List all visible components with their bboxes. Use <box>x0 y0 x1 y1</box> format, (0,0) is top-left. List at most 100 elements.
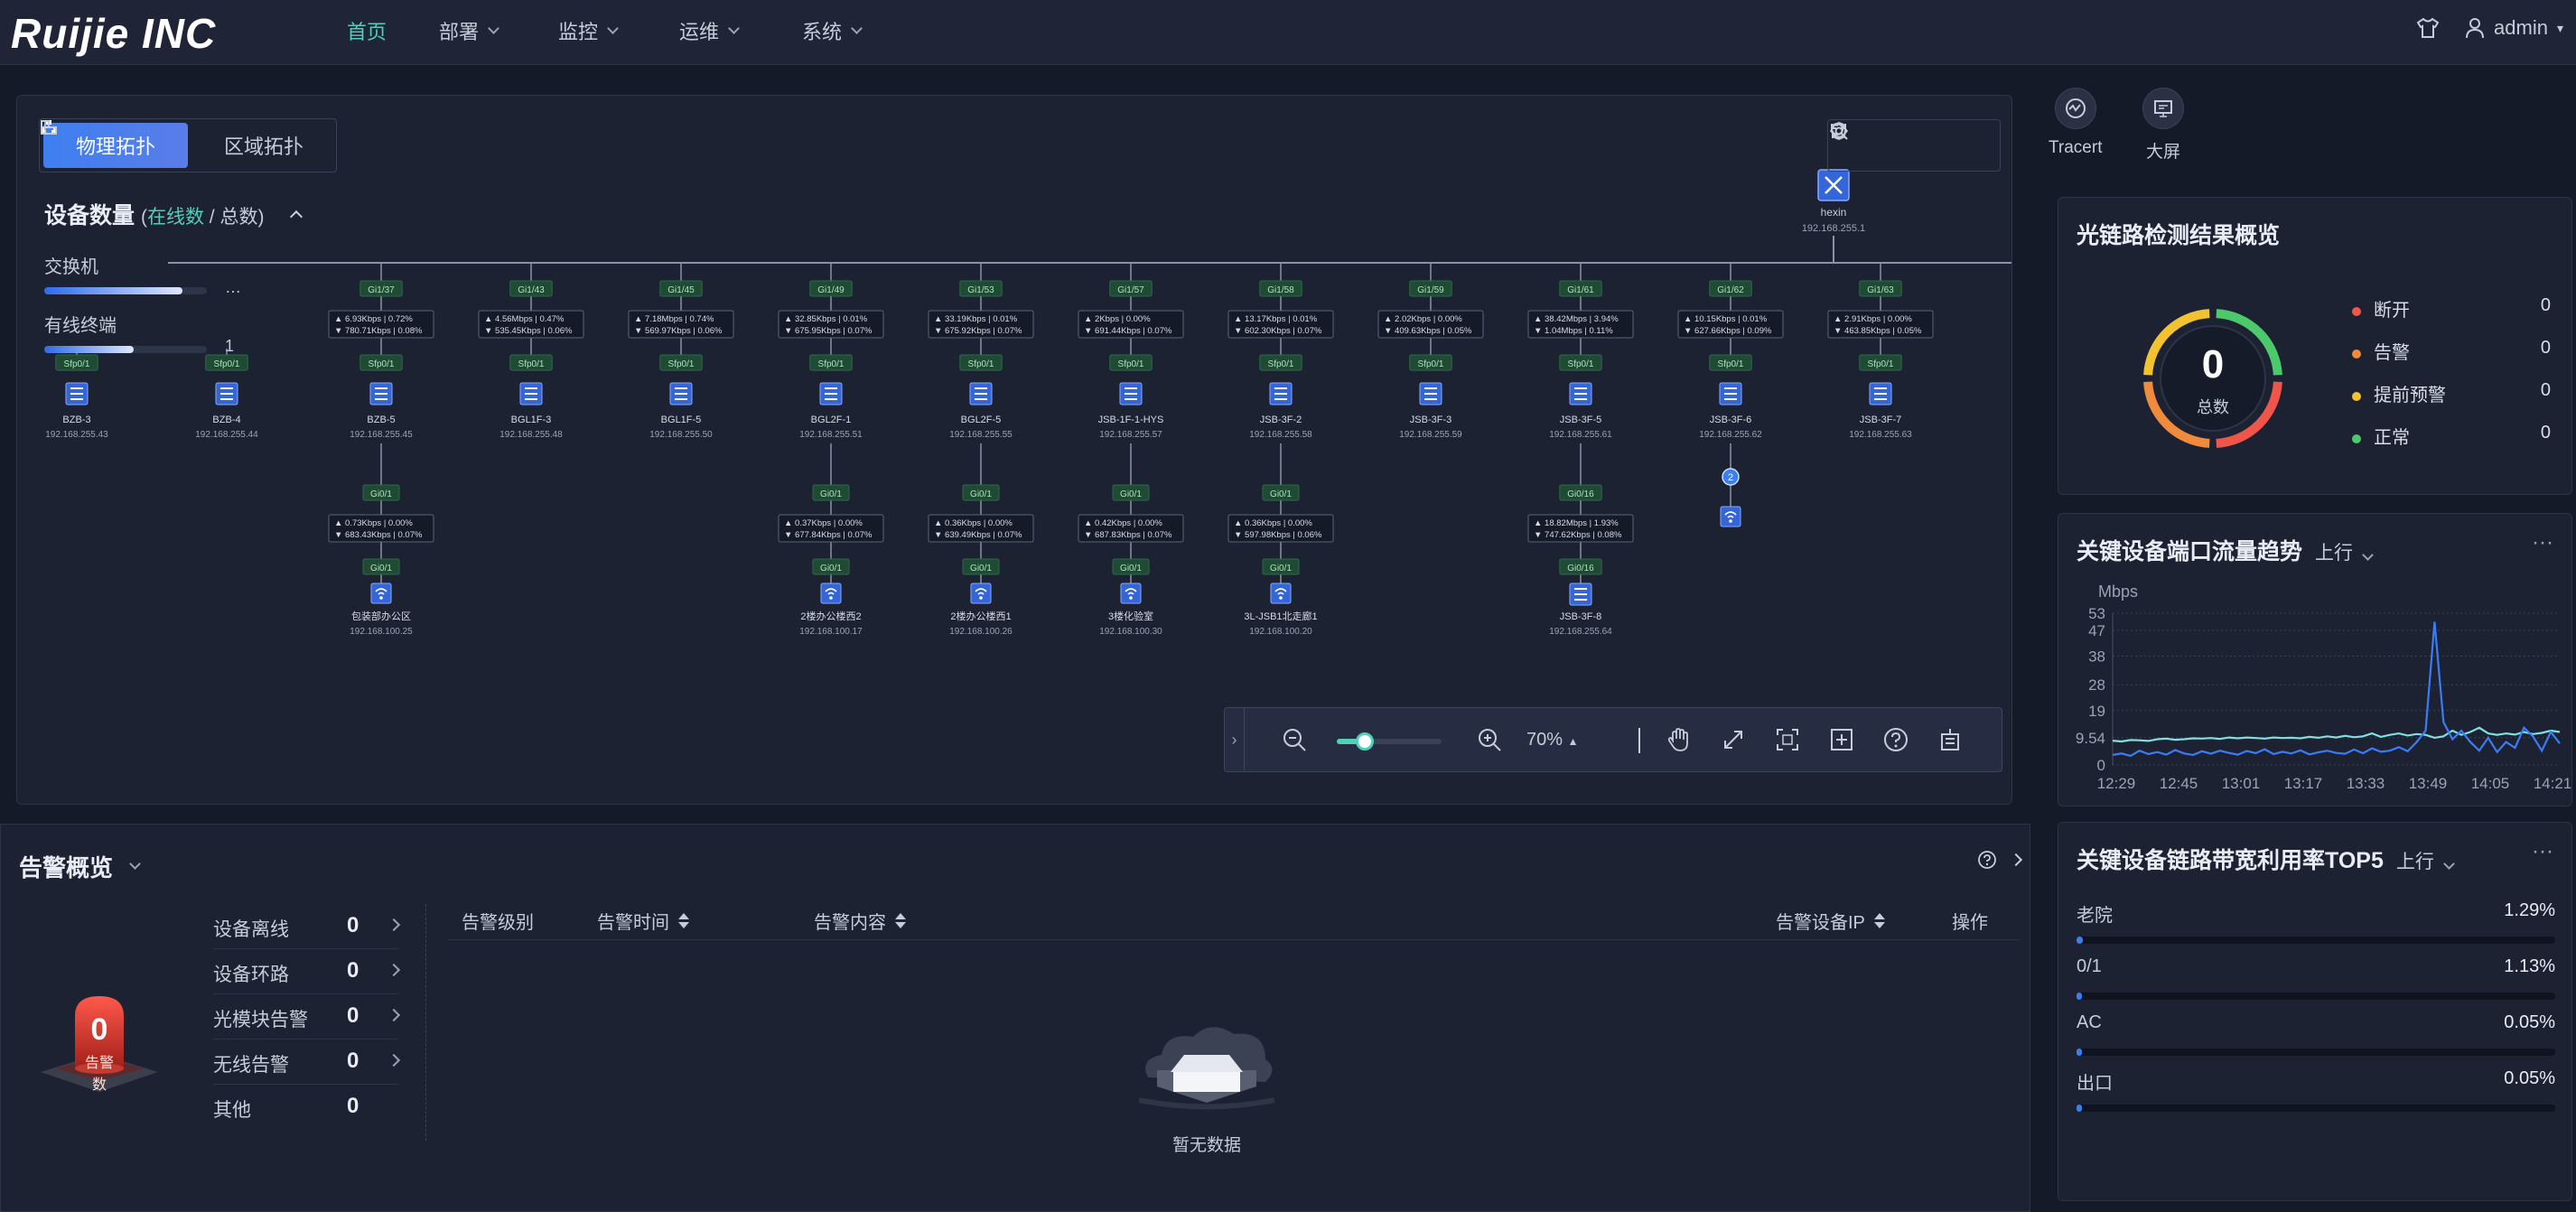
more-options-icon[interactable]: ··· <box>2532 530 2553 555</box>
child-node[interactable]: Gi0/1 ▲ 0.36Kbps | 0.00% ▼ 639.49Kbps | 0.… <box>928 443 1034 637</box>
tracert-label: Tracert <box>2049 138 2103 157</box>
zoom-slider[interactable] <box>1337 732 1442 751</box>
utilization-fill <box>2077 937 2083 944</box>
fullscreen-icon[interactable] <box>1720 726 1747 753</box>
collapse-icon[interactable] <box>290 210 303 224</box>
bandwidth-title-text: 关键设备链路带宽利用率TOP5 <box>2077 848 2384 873</box>
tab-area-topology[interactable]: 区域拓扑 <box>41 119 336 172</box>
col-alarm-time[interactable]: 告警时间 <box>597 908 689 934</box>
help-icon[interactable] <box>1977 850 1997 870</box>
pan-hand-icon[interactable] <box>1666 726 1693 753</box>
col-alarm-content[interactable]: 告警内容 <box>814 908 906 934</box>
zoom-out-icon[interactable] <box>1281 726 1308 753</box>
device-node[interactable]: Sfp0/1 BZB-3 192.168.255.43 <box>45 349 108 440</box>
chevron-right-icon <box>387 1008 401 1022</box>
device-node[interactable]: Gi1/37 ▲ 6.93Kbps | 0.72% ▼ 780.71Kbps | 0… <box>328 263 434 440</box>
child-node[interactable]: Gi0/1 ▲ 0.37Kbps | 0.00% ▼ 677.84Kbps | 0.… <box>778 443 884 637</box>
device-ip: 192.168.255.45 <box>350 430 413 440</box>
child-node[interactable]: Gi0/1 ▲ 0.36Kbps | 0.00% ▼ 597.98Kbps | 0.… <box>1227 443 1334 637</box>
direction-select[interactable]: 上行 <box>2315 543 2374 564</box>
topology-graph[interactable]: hexin 192.168.255.1 Sfp0/1 BZB-3 192.168.255… <box>17 96 2012 805</box>
rate-down: ▼ 1.04Mbps | 0.11% <box>1534 326 1613 336</box>
device-node[interactable]: Gi1/62 ▲ 10.15Kbps | 0.01% ▼ 627.66Kbps | … <box>1677 263 1784 440</box>
status-dot <box>2352 307 2361 316</box>
add-node-icon[interactable] <box>1828 726 1855 753</box>
device-name: JSB-3F-2 <box>1260 415 1302 425</box>
alarm-header-tools <box>1977 850 2023 870</box>
bandwidth-item: AC 0.05% <box>2077 1012 2555 1056</box>
nav-monitor[interactable]: 监控 <box>558 16 619 45</box>
rate-down: ▼ 569.97Kbps | 0.06% <box>634 326 723 336</box>
port-tag-text: Sfp0/1 <box>214 359 240 369</box>
utilization-fill <box>2077 1049 2082 1056</box>
device-node[interactable]: Gi1/53 ▲ 33.19Kbps | 0.01% ▼ 675.92Kbps | … <box>928 263 1034 440</box>
x-tick-label: 12:29 <box>2097 775 2136 792</box>
alarm-cat-value: 0 <box>347 913 359 937</box>
x-tick-label: 13:49 <box>2409 775 2448 792</box>
device-node[interactable]: Gi1/57 ▲ 2Kbps | 0.00% ▼ 691.44Kbps | 0.07… <box>1078 263 1184 440</box>
port-tag-text: Gi1/59 <box>1417 285 1444 295</box>
device-node[interactable]: Gi1/58 ▲ 13.17Kbps | 0.01% ▼ 602.30Kbps | … <box>1227 263 1334 440</box>
empty-box-icon <box>1138 1027 1275 1110</box>
gear-icon[interactable] <box>1828 120 1850 142</box>
x-tick-label: 14:05 <box>2471 775 2510 792</box>
alarm-cat-loop[interactable]: 设备环路 0 <box>213 949 401 994</box>
wired-bar-fill <box>44 346 134 353</box>
device-node[interactable]: Sfp0/1 BZB-4 192.168.255.44 <box>195 349 258 440</box>
alarm-title[interactable]: 告警概览 <box>19 850 141 883</box>
status-dot <box>2352 350 2361 359</box>
user-menu[interactable]: admin ▾ <box>2465 16 2563 40</box>
col-alarm-ip-label: 告警设备IP <box>1776 913 1865 933</box>
device-node[interactable]: Gi1/43 ▲ 4.56Mbps | 0.47% ▼ 535.45Kbps | 0… <box>478 263 584 440</box>
zoom-slider-handle[interactable] <box>1355 732 1374 751</box>
device-node[interactable]: Gi1/45 ▲ 7.18Mbps | 0.74% ▼ 569.97Kbps | 0… <box>628 263 734 440</box>
rate-down: ▼ 747.62Kbps | 0.08% <box>1534 530 1622 540</box>
device-count-card: 设备数量 (在线数 / 总数) 交换机 … 有线终端 1 <box>44 198 315 355</box>
direction-value: 上行 <box>2315 543 2354 564</box>
export-icon[interactable] <box>1937 726 1964 753</box>
alarm-cat-optical[interactable]: 光模块告警 0 <box>213 994 401 1040</box>
big-screen-button[interactable]: 大屏 <box>2142 88 2184 163</box>
device-ip: 192.168.255.61 <box>1549 430 1612 440</box>
help-icon[interactable] <box>1882 726 1909 753</box>
fit-view-icon[interactable] <box>1774 726 1801 753</box>
nav-monitor-label: 监控 <box>558 21 599 43</box>
port-tag-text: Gi0/1 <box>1270 489 1292 499</box>
expand-toolbar-icon[interactable]: › <box>1225 708 1245 771</box>
theme-shirt-icon[interactable] <box>2416 17 2440 39</box>
utilization-track <box>2077 993 2555 1000</box>
utilization-track <box>2077 937 2555 944</box>
alarm-cat-offline[interactable]: 设备离线 0 <box>213 904 401 949</box>
traffic-line-chart[interactable]: 5347 38 28 19 9.54 012:29 12:45 13:01 13:17 13:33… <box>2058 604 2571 798</box>
device-node[interactable]: Gi1/63 ▲ 2.91Kbps | 0.00% ▼ 463.85Kbps | 0… <box>1827 263 1934 440</box>
alarm-cat-wireless[interactable]: 无线告警 0 <box>213 1040 401 1085</box>
nav-ops[interactable]: 运维 <box>679 16 740 45</box>
nav-deploy[interactable]: 部署 <box>439 16 499 45</box>
more-options-icon[interactable]: ··· <box>2532 839 2553 864</box>
device-node[interactable]: Gi1/61 ▲ 38.42Mbps | 3.94% ▼ 1.04Mbps | 0.… <box>1527 263 1634 440</box>
child-node[interactable]: Gi0/1 ▲ 0.42Kbps | 0.00% ▼ 687.83Kbps | 0.… <box>1078 443 1184 637</box>
chevron-right-icon[interactable] <box>2009 853 2023 867</box>
y-tick-label: 47 <box>2088 622 2105 639</box>
link-utilization: 1.29% <box>2504 900 2555 920</box>
child-node[interactable]: Gi0/16 ▲ 18.82Mbps | 1.93% ▼ 747.62Kbps | … <box>1527 443 1634 637</box>
device-node[interactable]: Gi1/49 ▲ 32.85Kbps | 0.01% ▼ 675.95Kbps | … <box>778 263 884 440</box>
port-tag-text: Sfp0/1 <box>1868 359 1894 369</box>
tab-physical-topology[interactable]: 物理拓扑 <box>41 120 188 168</box>
rate-down: ▼ 677.84Kbps | 0.07% <box>784 530 873 540</box>
nav-home[interactable]: 首页 <box>347 16 387 45</box>
collapsed-group[interactable]: 2 <box>1720 443 1741 527</box>
port-tag-text: Sfp0/1 <box>369 359 395 369</box>
nav-system[interactable]: 系统 <box>802 16 863 45</box>
col-alarm-device-ip[interactable]: 告警设备IP <box>1776 908 1885 934</box>
zoom-level[interactable]: 70% ▲ <box>1526 730 1578 751</box>
tracert-button[interactable]: Tracert <box>2049 88 2102 158</box>
direction-select[interactable]: 上行 <box>2396 852 2455 872</box>
device-node[interactable]: Gi1/59 ▲ 2.02Kbps | 0.00% ▼ 409.63Kbps | 0… <box>1377 263 1484 440</box>
legend-label: 提前预警 <box>2374 386 2446 406</box>
core-switch-node[interactable]: hexin 192.168.255.1 <box>1802 169 1865 234</box>
chevron-down-icon <box>129 858 141 870</box>
child-node[interactable]: Gi0/1 ▲ 0.73Kbps | 0.00% ▼ 683.43Kbps | 0.… <box>328 443 434 637</box>
paren-close: ) <box>257 207 265 228</box>
zoom-in-icon[interactable] <box>1476 726 1503 753</box>
